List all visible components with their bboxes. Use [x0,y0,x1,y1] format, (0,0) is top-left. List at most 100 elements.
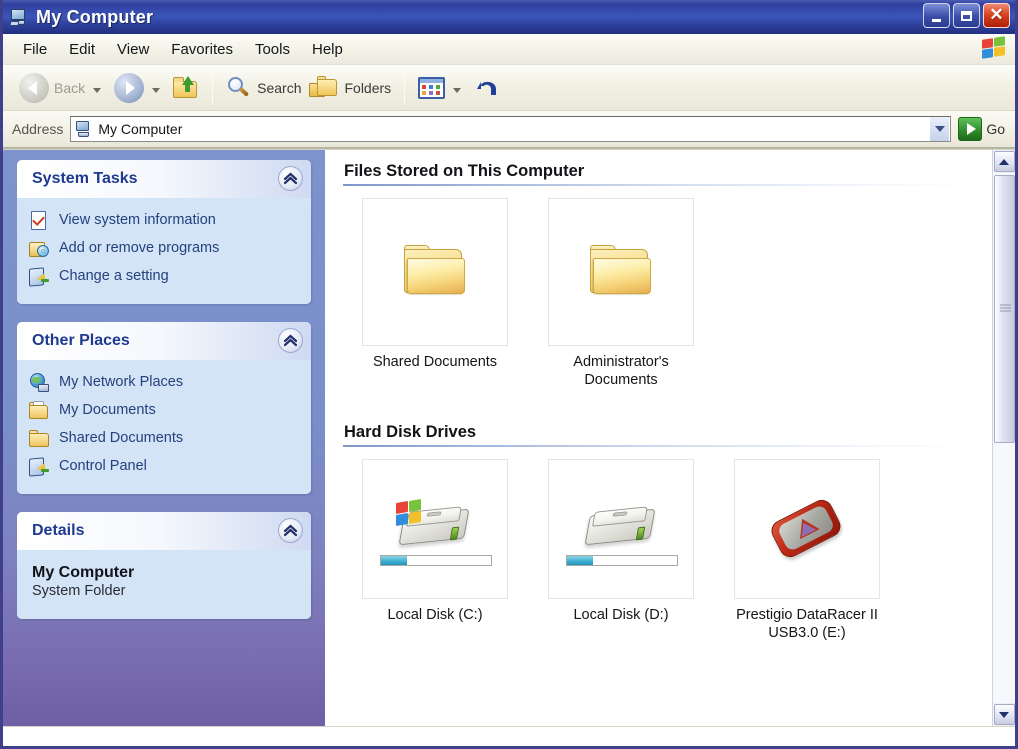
item-local-disk-c[interactable]: Local Disk (C:) [361,459,509,642]
capacity-bar [380,555,492,566]
shared-documents-icon [29,429,50,450]
folder-icon [402,245,468,299]
vertical-scrollbar[interactable] [992,150,1015,726]
windows-flag-overlay-icon [396,498,426,528]
group-divider [343,184,970,186]
undo-button[interactable] [470,69,506,107]
menu-view[interactable]: View [106,39,160,60]
folder-icon [588,245,654,299]
system-information-icon [29,211,50,232]
views-button[interactable] [414,69,470,107]
window-title: My Computer [36,6,154,27]
go-label: Go [986,121,1005,137]
group-files-stored: Files Stored on This Computer Shared Doc… [343,162,992,389]
minimize-button[interactable] [923,3,950,28]
go-arrow-icon [958,117,983,141]
task-add-or-remove-programs[interactable]: Add or remove programs [29,236,305,264]
panel-title: Details [32,522,85,539]
forward-button[interactable] [110,69,169,107]
capacity-fill [381,556,408,565]
tile-box [548,198,694,346]
address-input[interactable]: My Computer [70,116,952,142]
window-controls: ✕ [923,3,1010,28]
chevron-up-icon[interactable] [278,518,303,543]
task-label: Change a setting [59,268,169,284]
item-prestigio-dataracer-e[interactable]: Prestigio DataRacer II USB3.0 (E:) [733,459,881,642]
details-name: My Computer [32,564,135,581]
back-arrow-icon [19,72,49,103]
panel-other-places-header[interactable]: Other Places [17,322,311,360]
scrollbar-track[interactable] [992,173,1015,703]
tile-row-files: Shared Documents Administrator's Documen… [343,198,992,389]
chevron-down-icon [934,126,945,132]
task-sidebar: System Tasks View system information Add… [3,150,325,726]
item-shared-documents[interactable]: Shared Documents [361,198,509,389]
title-bar[interactable]: My Computer ✕ [3,0,1015,34]
panel-system-tasks-body: View system information Add or remove pr… [17,198,311,304]
system-hard-drive-icon [394,498,476,558]
address-dropdown-button[interactable] [930,117,950,141]
views-dropdown-caret-icon[interactable] [453,88,462,93]
add-remove-programs-icon [29,239,50,260]
menu-file[interactable]: File [12,39,58,60]
item-label: Local Disk (C:) [387,607,483,623]
go-button[interactable]: Go [958,117,1009,141]
forward-arrow-icon [114,72,145,103]
search-icon [226,76,252,100]
menu-favorites[interactable]: Favorites [160,39,244,60]
tile-box [362,459,508,599]
place-my-documents[interactable]: My Documents [29,398,305,426]
address-bar: Address My Computer Go [3,111,1015,149]
control-panel-icon [29,457,50,478]
group-header: Hard Disk Drives [344,423,477,441]
maximize-button[interactable] [953,3,980,28]
up-button[interactable] [169,69,203,107]
search-button[interactable]: Search [222,69,305,107]
close-icon: ✕ [989,5,1004,24]
hard-drive-icon [580,500,662,558]
scroll-down-arrow-icon [999,711,1009,718]
item-label: Administrator's Documents [573,354,669,388]
scroll-up-arrow-icon [999,158,1009,165]
file-list-pane: Files Stored on This Computer Shared Doc… [325,150,992,726]
my-computer-window: My Computer ✕ File Edit View Favorites T… [0,0,1018,749]
task-change-a-setting[interactable]: Change a setting [29,264,305,292]
my-documents-icon [29,401,50,422]
back-button[interactable]: Back [15,69,110,107]
group-divider [343,445,970,447]
panel-title: Other Places [32,332,130,349]
item-local-disk-d[interactable]: Local Disk (D:) [547,459,695,642]
scroll-down-button[interactable] [993,704,1015,725]
undo-icon [474,76,502,100]
panel-details-header[interactable]: Details [17,512,311,550]
item-administrators-documents[interactable]: Administrator's Documents [547,198,695,389]
scroll-up-button[interactable] [993,151,1015,172]
chevron-up-icon[interactable] [278,166,303,191]
capacity-fill [567,556,594,565]
address-value: My Computer [98,121,183,137]
menu-edit[interactable]: Edit [58,39,106,60]
place-label: Control Panel [59,458,147,474]
panel-details: Details My Computer System Folder [17,512,311,619]
place-my-network-places[interactable]: My Network Places [29,370,305,398]
forward-dropdown-caret-icon[interactable] [152,88,161,93]
search-label: Search [257,79,302,96]
scrollbar-thumb[interactable] [993,175,1015,443]
close-button[interactable]: ✕ [983,3,1010,28]
place-shared-documents[interactable]: Shared Documents [29,426,305,454]
chevron-up-icon[interactable] [278,328,303,353]
task-view-system-information[interactable]: View system information [29,208,305,236]
folders-button[interactable]: Folders [305,69,395,107]
views-icon [418,76,446,99]
place-control-panel[interactable]: Control Panel [29,454,305,482]
menu-tools[interactable]: Tools [244,39,301,60]
my-computer-icon [9,8,29,27]
panel-other-places-body: My Network Places My Documents Shared Do… [17,360,311,494]
panel-system-tasks-header[interactable]: System Tasks [17,160,311,198]
tile-box [548,459,694,599]
tile-box [362,198,508,346]
back-dropdown-caret-icon[interactable] [93,88,102,93]
folders-label: Folders [344,79,392,96]
menu-help[interactable]: Help [301,39,354,60]
change-setting-icon [29,267,50,288]
